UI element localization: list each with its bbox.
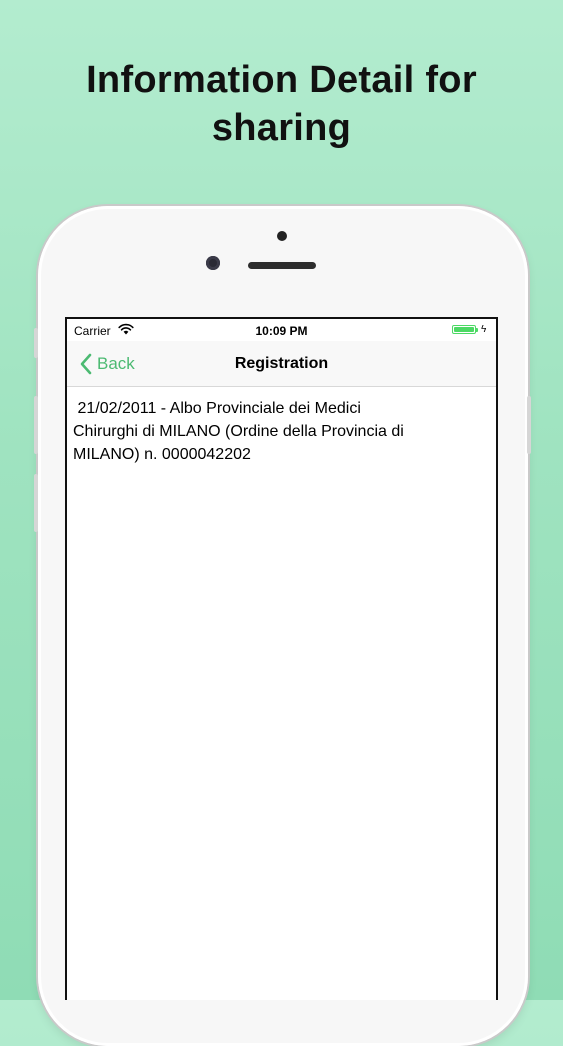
mute-switch: [34, 328, 38, 358]
promo-title: Information Detail for sharing: [0, 56, 563, 152]
promo-title-line-1: Information Detail for: [86, 59, 477, 101]
earpiece-speaker: [248, 262, 316, 269]
proximity-sensor: [277, 231, 287, 241]
phone-screen: Carrier 10:09 PM ϟ Back Registration 21/…: [65, 317, 498, 1000]
battery-indicator: ϟ: [452, 324, 488, 335]
bolt-icon: ϟ: [481, 324, 487, 335]
front-camera: [206, 256, 220, 270]
nav-title: Registration: [234, 355, 329, 372]
navigation-bar: Back Registration: [67, 341, 496, 387]
battery-fill: [454, 327, 474, 332]
registration-detail-text: 21/02/2011 - Albo Provinciale dei Medici…: [73, 400, 404, 463]
volume-up-button: [34, 396, 38, 454]
promo-title-line-2: sharing: [211, 107, 352, 149]
status-bar: Carrier 10:09 PM ϟ: [67, 319, 496, 341]
power-button: [527, 396, 531, 454]
battery-body: [452, 325, 476, 334]
volume-down-button: [34, 474, 38, 532]
battery-cap: [476, 328, 478, 332]
status-time: 10:09 PM: [255, 324, 308, 338]
